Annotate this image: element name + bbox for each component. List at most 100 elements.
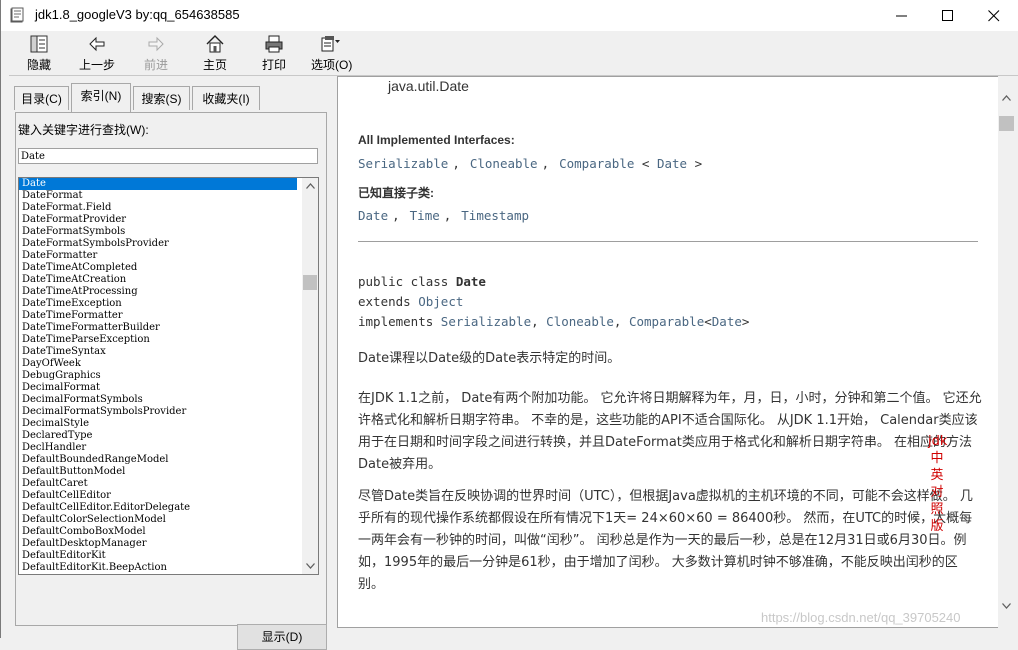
- home-label: 主页: [202, 58, 227, 72]
- close-icon: [988, 9, 1000, 21]
- hide-button[interactable]: 隐藏: [19, 34, 59, 73]
- arrow-right-icon: [148, 36, 164, 52]
- maximize-button[interactable]: [925, 0, 971, 31]
- list-item[interactable]: DateFormat: [19, 190, 302, 202]
- list-item[interactable]: DecimalStyle: [19, 418, 302, 430]
- list-item[interactable]: DateFormatSymbols: [19, 226, 302, 238]
- kw-public-class: public class: [358, 274, 456, 289]
- list-item[interactable]: DecimalFormatSymbols: [19, 394, 302, 406]
- help-book-icon: [10, 7, 24, 23]
- content-scroll-thumb[interactable]: [999, 116, 1014, 131]
- tab-favorites-label: 收藏夹(I): [202, 92, 250, 106]
- keyword-label: 键入关键字进行查找(W):: [18, 123, 149, 137]
- list-item[interactable]: DateFormat.Field: [19, 202, 302, 214]
- class-path: java.util.Date: [388, 78, 469, 94]
- list-item[interactable]: DayOfWeek: [19, 358, 302, 370]
- list-item[interactable]: DateTimeParseException: [19, 334, 302, 346]
- list-item[interactable]: Date: [19, 178, 297, 190]
- description-paragraph-2: 在JDK 1.1之前， Date有两个附加功能。 它允许将日期解释为年，月，日，…: [358, 391, 982, 472]
- title-bar: jdk1.8_googleV3 by:qq_654638585: [1, 0, 1018, 31]
- tab-index-label: 索引(N): [80, 89, 122, 103]
- list-item[interactable]: DebugGraphics: [19, 370, 302, 382]
- list-item[interactable]: DeclHandler: [19, 442, 302, 454]
- hide-label: 隐藏: [26, 58, 51, 72]
- decl-link-cloneable[interactable]: Cloneable: [546, 314, 614, 329]
- list-item[interactable]: DefaultCellEditor.EditorDelegate: [19, 502, 302, 514]
- list-item[interactable]: DefaultEditorKit: [19, 550, 302, 562]
- keyword-input[interactable]: Date: [18, 148, 318, 164]
- kw-implements: implements: [358, 314, 441, 329]
- kw-extends: extends: [358, 294, 419, 309]
- tab-favorites[interactable]: 收藏夹(I): [192, 86, 260, 110]
- link-object[interactable]: Object: [418, 294, 463, 309]
- list-item[interactable]: DecimalFormatSymbolsProvider: [19, 406, 302, 418]
- list-item[interactable]: DecimalFormat: [19, 382, 302, 394]
- list-item[interactable]: DefaultColorSelectionModel: [19, 514, 302, 526]
- back-button[interactable]: 上一步: [77, 34, 117, 73]
- list-item[interactable]: DefaultCellEditor: [19, 490, 302, 502]
- list-item[interactable]: DateTimeAtCreation: [19, 274, 302, 286]
- list-item[interactable]: DefaultEditorKit.BeepAction: [19, 562, 302, 574]
- forward-button[interactable]: 前进: [136, 34, 176, 73]
- list-item[interactable]: DateTimeException: [19, 298, 302, 310]
- home-button[interactable]: 主页: [195, 34, 235, 73]
- chevron-up-icon: [305, 183, 315, 189]
- minimize-button[interactable]: [879, 0, 925, 31]
- list-item[interactable]: DefaultDesktopManager: [19, 538, 302, 550]
- print-button[interactable]: 打印: [254, 34, 294, 73]
- content-scrollbar[interactable]: [998, 76, 1015, 628]
- options-button[interactable]: 选项(O): [311, 34, 352, 73]
- list-item[interactable]: DefaultBoundedRangeModel: [19, 454, 302, 466]
- decl-link-serializable[interactable]: Serializable: [441, 314, 531, 329]
- known-subclasses-list: Date, Time, Timestamp: [358, 208, 530, 223]
- content-scroll-down[interactable]: [998, 598, 1015, 614]
- tab-contents[interactable]: 目录(C): [14, 86, 69, 110]
- chevron-down-icon: [1002, 603, 1011, 609]
- list-item[interactable]: DefaultComboBoxModel: [19, 526, 302, 538]
- link-sql-date[interactable]: Date: [358, 208, 388, 223]
- link-time[interactable]: Time: [410, 208, 440, 223]
- list-item[interactable]: DefaultCaret: [19, 478, 302, 490]
- link-serializable[interactable]: Serializable: [358, 156, 448, 171]
- list-item[interactable]: DateTimeAtProcessing: [19, 286, 302, 298]
- scroll-down-arrow[interactable]: [302, 558, 318, 574]
- list-item[interactable]: DateTimeSyntax: [19, 346, 302, 358]
- scroll-up-arrow[interactable]: [302, 178, 318, 194]
- class-name: Date: [455, 274, 486, 289]
- index-list-items: Date DateFormat DateFormat.Field DateFormat…: [19, 178, 302, 574]
- list-item[interactable]: DateFormatSymbolsProvider: [19, 238, 302, 250]
- content-scroll-up[interactable]: [998, 90, 1015, 106]
- link-comparable[interactable]: Comparable: [559, 156, 634, 171]
- index-list[interactable]: Date DateFormat DateFormat.Field DateFormat…: [18, 177, 319, 575]
- tab-index[interactable]: 索引(N): [71, 83, 131, 112]
- index-panel: 键入关键字进行查找(W): Date Date DateFormat DateFor…: [15, 112, 327, 650]
- close-button[interactable]: [971, 0, 1017, 31]
- printer-icon: [265, 35, 283, 53]
- hide-pane-icon: [30, 35, 48, 53]
- show-button[interactable]: 显示(D): [237, 624, 327, 650]
- decl-link-comparable[interactable]: Comparable: [629, 314, 704, 329]
- list-item[interactable]: DateFormatProvider: [19, 214, 302, 226]
- link-timestamp[interactable]: Timestamp: [461, 208, 529, 223]
- declaration-line-2: extends Object: [358, 294, 463, 309]
- description-paragraph-3: 尽管Date类旨在反映协调的世界时间（UTC），但根据Java虚拟机的主机环境的…: [358, 489, 973, 592]
- index-scroll-thumb[interactable]: [303, 275, 317, 290]
- red-annotation: jdk中英对照版: [928, 434, 948, 534]
- chevron-down-icon: [305, 563, 315, 569]
- generic-open: <: [641, 156, 650, 171]
- list-item[interactable]: DeclaredType: [19, 430, 302, 442]
- list-item[interactable]: DateFormatter: [19, 250, 302, 262]
- list-item[interactable]: DefaultButtonModel: [19, 466, 302, 478]
- decl-link-date[interactable]: Date: [712, 314, 742, 329]
- list-item[interactable]: DateTimeFormatterBuilder: [19, 322, 302, 334]
- tab-search[interactable]: 搜索(S): [133, 86, 190, 110]
- list-item[interactable]: DateTimeFormatter: [19, 310, 302, 322]
- link-cloneable[interactable]: Cloneable: [470, 156, 538, 171]
- index-list-scrollbar[interactable]: [302, 178, 318, 574]
- watermark: https://blog.csdn.net/qq_39705240: [761, 610, 961, 625]
- known-subclasses-heading: 已知直接子类:: [358, 186, 434, 200]
- link-date-generic[interactable]: Date: [657, 156, 687, 171]
- minimize-icon: [896, 15, 907, 16]
- list-item[interactable]: DateTimeAtCompleted: [19, 262, 302, 274]
- back-label: 上一步: [78, 58, 115, 72]
